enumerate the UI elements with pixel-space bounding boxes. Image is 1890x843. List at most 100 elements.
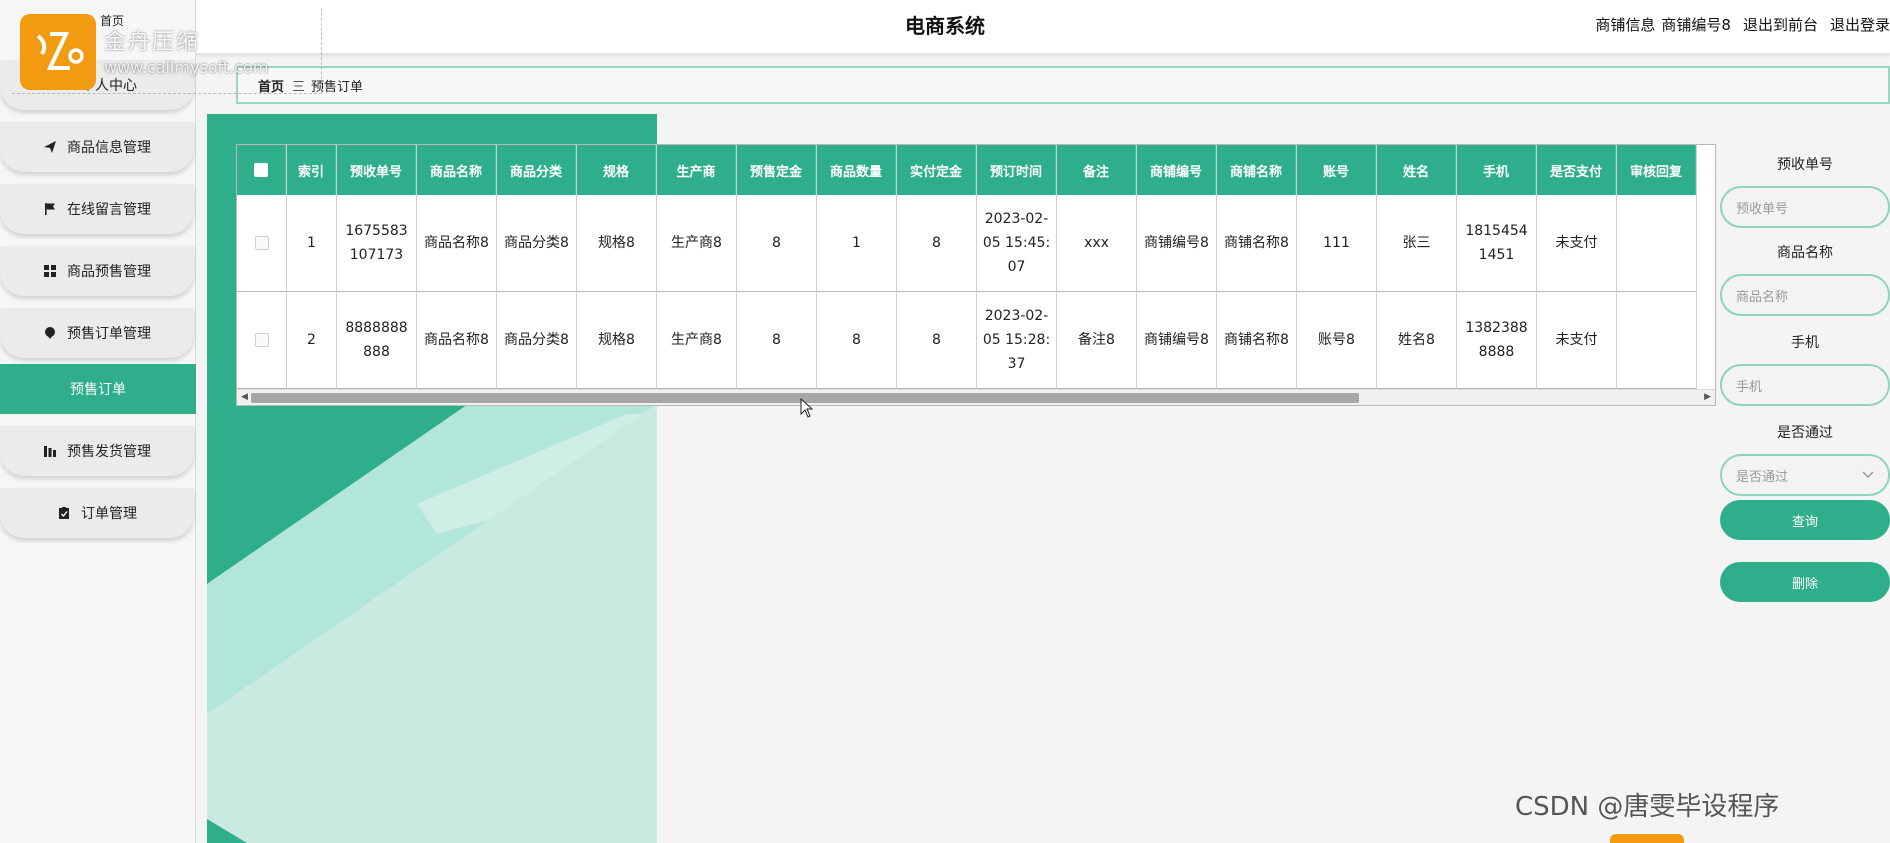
delete-button[interactable]: 删除 <box>1720 562 1890 602</box>
sidebar-item-presale[interactable]: 商品预售管理 <box>0 246 194 296</box>
column-shop-name: 商铺名称 商铺名称8 商铺名称8 <box>1217 145 1297 389</box>
column-name: 姓名 张三 姓名8 <box>1377 145 1457 389</box>
query-button[interactable]: 查询 <box>1720 500 1890 540</box>
column-header-account: 账号 <box>1297 145 1376 195</box>
column-paid-deposit: 实付定金 8 8 <box>897 145 977 389</box>
sidebar-item-label: 商品信息管理 <box>67 140 151 156</box>
mouse-cursor-icon <box>800 397 814 422</box>
approved-select-value: 是否通过 <box>1736 469 1789 485</box>
column-spec: 规格 规格8 规格8 <box>577 145 657 389</box>
order-no-input[interactable]: 预收单号 <box>1720 186 1890 228</box>
table-cell-index: 2 <box>287 292 336 389</box>
column-header-index: 索引 <box>287 145 336 195</box>
column-header-shop-id: 商铺编号 <box>1137 145 1216 195</box>
csdn-watermark: CSDN @唐雯毕设程序 <box>1515 792 1780 822</box>
pin-icon <box>43 326 57 340</box>
table-cell-presale-deposit: 8 <box>737 195 816 292</box>
row-checkbox[interactable] <box>254 236 269 250</box>
flag-icon <box>43 202 57 216</box>
column-remark: 备注 xxx 备注8 <box>1057 145 1137 389</box>
column-header-phone: 手机 <box>1457 145 1536 195</box>
column-select <box>237 145 287 389</box>
chevron-down-icon <box>1862 468 1874 483</box>
table-cell-remark: xxx <box>1057 195 1136 292</box>
column-header-presale-deposit: 预售定金 <box>737 145 816 195</box>
table-cell-product-name: 商品名称8 <box>417 195 496 292</box>
table-cell-remark: 备注8 <box>1057 292 1136 389</box>
column-manufacturer: 生产商 生产商8 生产商8 <box>657 145 737 389</box>
column-presale-deposit: 预售定金 8 8 <box>737 145 817 389</box>
table-cell-account: 111 <box>1297 195 1376 292</box>
table-cell-spec: 规格8 <box>577 292 656 389</box>
phone-input[interactable]: 手机 <box>1720 364 1890 406</box>
column-product-category: 商品分类 商品分类8 商品分类8 <box>497 145 577 389</box>
column-header-manufacturer: 生产商 <box>657 145 736 195</box>
horizontal-scrollbar[interactable]: ◀ ▶ <box>237 389 1715 405</box>
column-order-no: 预收单号 1675583107173 8888888888 <box>337 145 417 389</box>
column-reserve-time: 预订时间 2023-02-05 15:45:07 2023-02-05 15:28:… <box>977 145 1057 389</box>
logout-link[interactable]: 退出登录 <box>1830 14 1890 35</box>
scroll-right-arrow-icon[interactable]: ▶ <box>1704 392 1711 402</box>
approved-select[interactable]: 是否通过 <box>1720 454 1890 496</box>
table-cell-select[interactable] <box>237 195 286 292</box>
table-cell-review-reply <box>1617 292 1696 389</box>
table-grid: 索引 1 2 预收单号 1675583107173 8888888888 商品名称 商品名称8… <box>237 145 1715 389</box>
sidebar-item-orders[interactable]: 订单管理 <box>0 488 194 538</box>
select-all-checkbox[interactable] <box>254 163 268 177</box>
approved-label: 是否通过 <box>1777 425 1833 441</box>
table-cell-name: 姓名8 <box>1377 292 1456 389</box>
column-index: 索引 1 2 <box>287 145 337 389</box>
sidebar-item-label: 预售订单管理 <box>67 326 151 342</box>
shop-id-label: 商铺编号8 <box>1661 16 1731 34</box>
orange-tab-edge <box>1610 834 1684 843</box>
table-cell-manufacturer: 生产商8 <box>657 292 736 389</box>
column-phone: 手机 18154541451 13823888888 <box>1457 145 1537 389</box>
logo-icon <box>20 14 96 90</box>
column-header-paid-deposit: 实付定金 <box>897 145 976 195</box>
sidebar-item-presale-orders[interactable]: 预售订单 <box>0 364 196 414</box>
table-cell-select[interactable] <box>237 292 286 389</box>
column-header-reserve-time: 预订时间 <box>977 145 1056 195</box>
table-cell-shop-name: 商铺名称8 <box>1217 292 1296 389</box>
table-cell-review-reply <box>1617 195 1696 292</box>
column-header-remark: 备注 <box>1057 145 1136 195</box>
table-cell-order-no: 1675583107173 <box>337 195 416 292</box>
breadcrumb: 首页 三 预售订单 <box>236 66 1890 104</box>
column-product-name: 商品名称 商品名称8 商品名称8 <box>417 145 497 389</box>
sidebar-item-presale-orders-mgmt[interactable]: 预售订单管理 <box>0 308 194 358</box>
send-icon <box>43 140 57 154</box>
column-header-shop-name: 商铺名称 <box>1217 145 1296 195</box>
chart-icon <box>43 444 57 458</box>
logo-text: 金舟压缩 <box>104 30 201 55</box>
presale-orders-table: 索引 1 2 预收单号 1675583107173 8888888888 商品名称 商品名称8… <box>236 144 1716 406</box>
table-cell-shop-id: 商铺编号8 <box>1137 195 1216 292</box>
column-header-product-category: 商品分类 <box>497 145 576 195</box>
table-cell-manufacturer: 生产商8 <box>657 195 736 292</box>
column-paid-status: 是否支付 未支付 未支付 <box>1537 145 1617 389</box>
logo-watermark: 金舟压缩 www.callmysoft.com <box>12 8 322 94</box>
table-cell-product-name: 商品名称8 <box>417 292 496 389</box>
sidebar-item-presale-shipping[interactable]: 预售发货管理 <box>0 426 194 476</box>
table-cell-paid-status: 未支付 <box>1537 292 1616 389</box>
order-no-label: 预收单号 <box>1777 157 1833 173</box>
column-header-select[interactable] <box>237 145 286 195</box>
table-cell-phone: 13823888888 <box>1457 292 1536 389</box>
exit-to-front-link[interactable]: 退出到前台 <box>1743 14 1818 35</box>
scroll-left-arrow-icon[interactable]: ◀ <box>241 392 248 402</box>
table-cell-product-category: 商品分类8 <box>497 292 576 389</box>
sidebar-item-messages[interactable]: 在线留言管理 <box>0 184 194 234</box>
sidebar-item-product-info[interactable]: 商品信息管理 <box>0 122 194 172</box>
table-cell-product-category: 商品分类8 <box>497 195 576 292</box>
table-cell-order-no: 8888888888 <box>337 292 416 389</box>
table-cell-paid-deposit: 8 <box>897 195 976 292</box>
grid-icon <box>43 264 57 278</box>
table-cell-shop-id: 商铺编号8 <box>1137 292 1216 389</box>
table-cell-quantity: 8 <box>817 292 896 389</box>
sidebar-item-label: 预售发货管理 <box>67 444 151 460</box>
product-name-input[interactable]: 商品名称 <box>1720 274 1890 316</box>
table-cell-phone: 18154541451 <box>1457 195 1536 292</box>
sidebar-item-label: 商品预售管理 <box>67 264 151 280</box>
column-quantity: 商品数量 1 8 <box>817 145 897 389</box>
row-checkbox[interactable] <box>254 333 269 347</box>
table-cell-account: 账号8 <box>1297 292 1376 389</box>
